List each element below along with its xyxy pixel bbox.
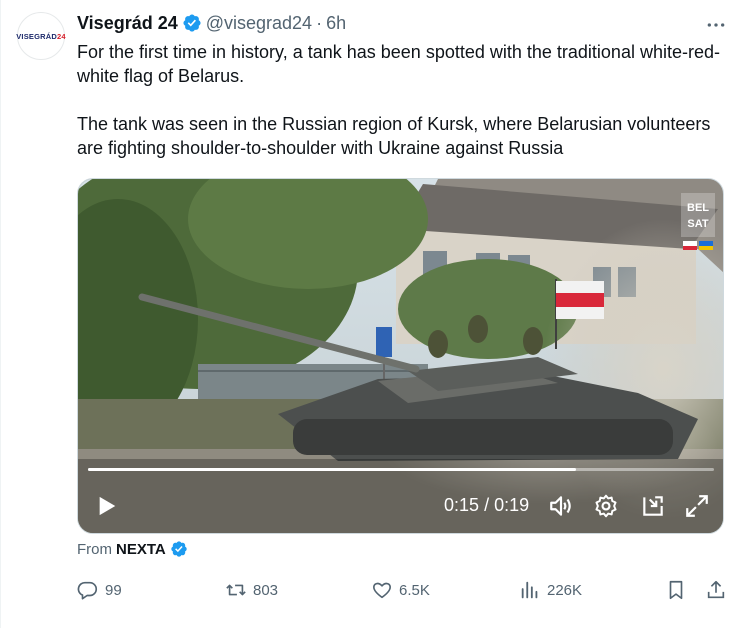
tweet-text: For the first time in history, a tank ha…: [77, 40, 727, 160]
tweet-paragraph: The tank was seen in the Russian region …: [77, 114, 711, 158]
reply-count: 99: [105, 581, 122, 599]
video-timestamp: 0:15 / 0:19: [444, 495, 530, 515]
video-progress-bar[interactable]: [88, 468, 714, 471]
tweet-paragraph: For the first time in history, a tank ha…: [77, 42, 720, 86]
fullscreen-expand-icon[interactable]: [684, 493, 710, 519]
views-button[interactable]: 226K: [519, 576, 582, 604]
separator-dot: ·: [316, 12, 323, 33]
tweet-header: Visegrád 24 @visegrad24 · 6h: [77, 12, 346, 34]
tweet-time[interactable]: 6h: [326, 13, 346, 34]
video-controls: 0:15 / 0:19: [78, 485, 723, 527]
reply-button[interactable]: 99: [77, 576, 122, 604]
video-player[interactable]: BEL SAT 0:15 / 0:19: [77, 178, 724, 534]
video-frame: [78, 179, 723, 533]
picture-in-picture-icon[interactable]: [640, 493, 666, 519]
reply-icon: [77, 581, 98, 600]
share-icon: [707, 580, 725, 599]
source-label: From: [77, 540, 112, 558]
avatar-logo-text: VISEGRÁD24: [16, 31, 66, 41]
author-handle[interactable]: @visegrad24: [206, 13, 312, 34]
like-count: 6.5K: [399, 581, 430, 599]
views-count: 226K: [547, 581, 583, 599]
repost-button[interactable]: 803: [225, 576, 278, 604]
source-verified-badge-icon: [171, 541, 187, 557]
author-name[interactable]: Visegrád 24: [77, 13, 178, 34]
repost-icon: [226, 584, 246, 596]
avatar[interactable]: VISEGRÁD24: [16, 12, 66, 60]
tweet: VISEGRÁD24 Visegrád 24 @visegrad24 · 6h …: [0, 0, 749, 628]
media-source-attribution: From NEXTA: [77, 540, 188, 558]
belsat-watermark-logo: BEL SAT: [681, 193, 715, 250]
volume-icon[interactable]: [548, 493, 574, 519]
svg-text:SAT: SAT: [687, 218, 708, 230]
more-options-button[interactable]: [705, 14, 727, 36]
video-progress-fill: [88, 468, 577, 471]
bookmark-button[interactable]: [665, 576, 687, 604]
more-icon: [707, 23, 725, 27]
tweet-actions-bar: 99 803 6.5K 226K: [77, 576, 729, 604]
views-chart-icon: [521, 581, 538, 599]
source-name-link[interactable]: NEXTA: [116, 541, 166, 558]
share-button[interactable]: [705, 576, 727, 604]
like-button[interactable]: 6.5K: [371, 576, 430, 604]
play-icon[interactable]: [96, 495, 118, 517]
verified-badge-icon: [183, 14, 201, 32]
svg-text:BEL: BEL: [687, 202, 709, 214]
bookmark-icon: [669, 580, 683, 600]
repost-count: 803: [253, 581, 279, 599]
heart-icon: [373, 582, 391, 599]
settings-gear-icon[interactable]: [593, 493, 619, 519]
